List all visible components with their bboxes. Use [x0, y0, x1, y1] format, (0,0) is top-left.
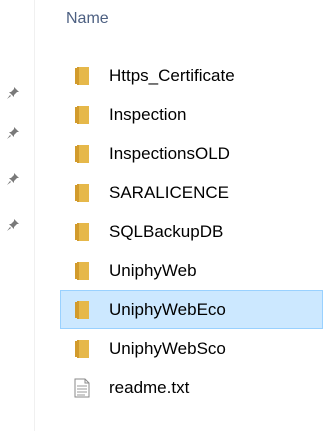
file-list: Https_Certificate Inspection Inspections… — [60, 56, 323, 407]
list-item[interactable]: UniphyWebEco — [60, 290, 323, 329]
file-name: readme.txt — [109, 378, 190, 397]
folder-icon — [73, 261, 91, 281]
list-item[interactable]: UniphyWebSco — [60, 329, 323, 368]
pane-divider[interactable] — [34, 0, 35, 431]
pin-icon[interactable] — [6, 172, 20, 186]
list-item[interactable]: readme.txt — [60, 368, 323, 407]
list-item[interactable]: Inspection — [60, 95, 323, 134]
file-name: Inspection — [109, 105, 187, 124]
list-item[interactable]: SQLBackupDB — [60, 212, 323, 251]
file-name: SARALICENCE — [109, 183, 229, 202]
list-item[interactable]: SARALICENCE — [60, 173, 323, 212]
folder-icon — [73, 66, 91, 86]
folder-icon — [73, 339, 91, 359]
list-item[interactable]: Https_Certificate — [60, 56, 323, 95]
file-name: SQLBackupDB — [109, 222, 224, 241]
file-name: InspectionsOLD — [109, 144, 230, 163]
folder-icon — [73, 144, 91, 164]
pin-icon[interactable] — [6, 126, 20, 140]
list-item[interactable]: InspectionsOLD — [60, 134, 323, 173]
navigation-pane — [0, 0, 34, 431]
file-name: UniphyWeb — [109, 261, 197, 280]
file-name: Https_Certificate — [109, 66, 235, 85]
folder-icon — [73, 105, 91, 125]
folder-icon — [73, 183, 91, 203]
folder-icon — [73, 300, 91, 320]
list-item[interactable]: UniphyWeb — [60, 251, 323, 290]
text-file-icon — [73, 378, 91, 398]
pin-icon[interactable] — [6, 86, 20, 100]
file-name: UniphyWebEco — [109, 300, 226, 319]
pin-icon[interactable] — [6, 218, 20, 232]
file-name: UniphyWebSco — [109, 339, 226, 358]
name-column-header[interactable]: Name — [66, 10, 109, 28]
folder-icon — [73, 222, 91, 242]
